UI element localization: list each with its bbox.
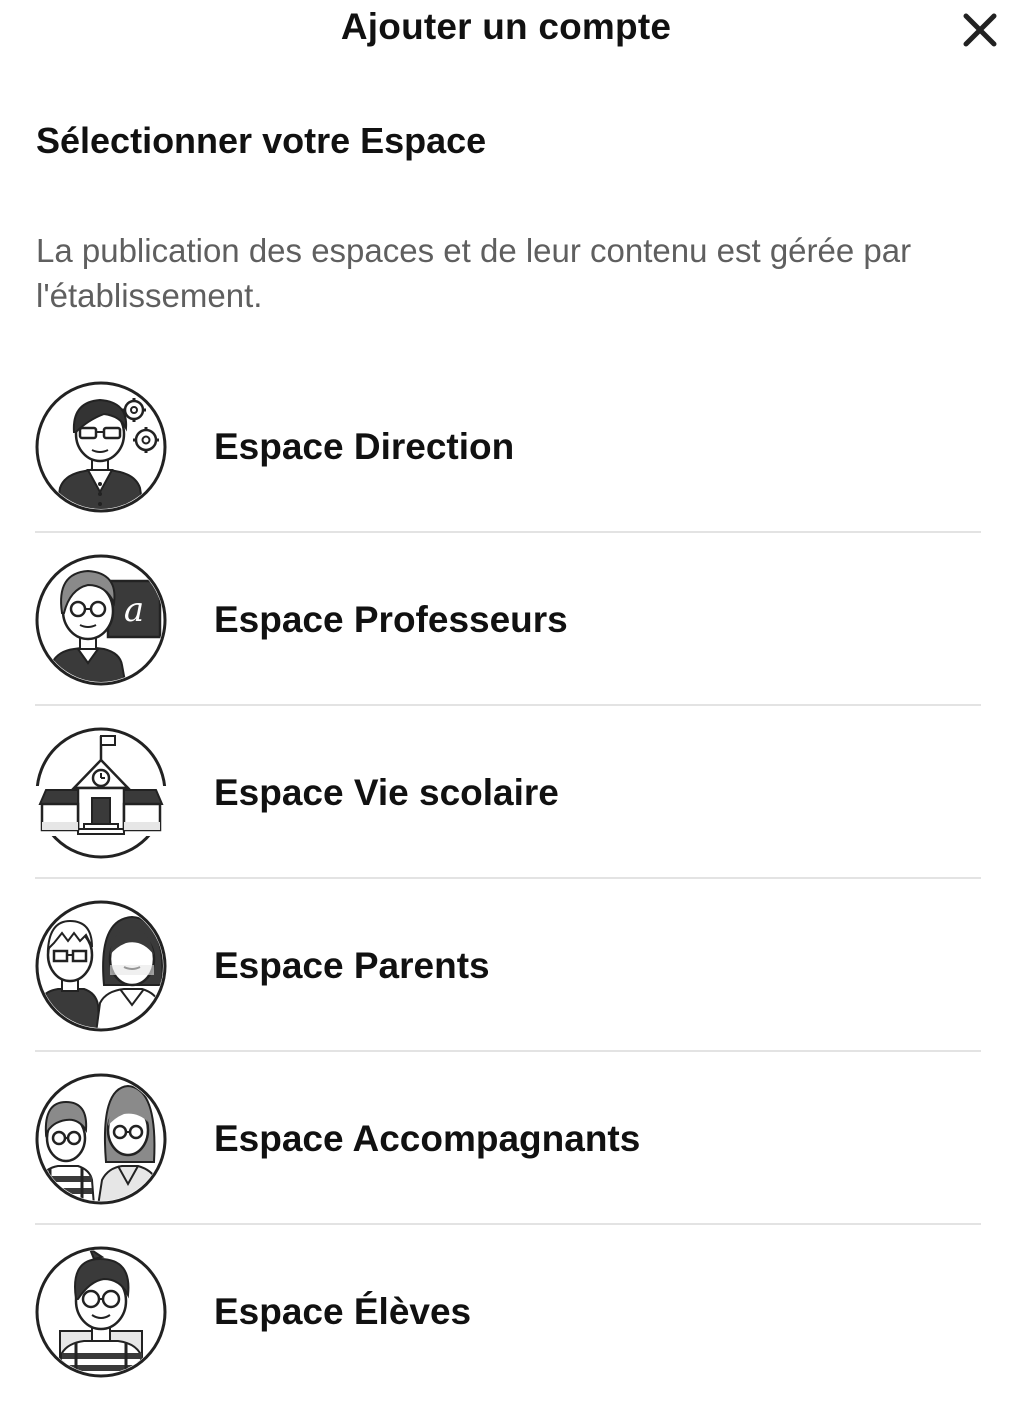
- student-avatar-icon: [35, 1246, 167, 1378]
- parents-avatar-icon: [35, 900, 167, 1032]
- space-item-professeurs[interactable]: a Espace Professeurs: [0, 533, 1012, 706]
- svg-text:a: a: [124, 590, 144, 630]
- director-avatar-icon: [35, 381, 167, 513]
- space-item-direction[interactable]: Espace Direction: [0, 360, 1012, 533]
- app-header: Ajouter un compte: [0, 0, 1012, 60]
- close-button[interactable]: [958, 8, 1002, 52]
- space-item-parents[interactable]: Espace Parents: [0, 879, 1012, 1052]
- companions-avatar-icon: [35, 1073, 167, 1205]
- section-description: La publication des espaces et de leur co…: [36, 232, 912, 314]
- space-label: Espace Élèves: [214, 1291, 472, 1332]
- space-item-accompagnants[interactable]: Espace Accompagnants: [0, 1052, 1012, 1225]
- section-title: Sélectionner votre Espace: [36, 120, 487, 161]
- close-icon: [963, 13, 997, 47]
- space-label: Espace Professeurs: [214, 599, 568, 640]
- school-building-icon: [34, 727, 168, 859]
- space-label: Espace Vie scolaire: [214, 772, 559, 813]
- space-item-eleves[interactable]: Espace Élèves: [0, 1225, 1012, 1398]
- page-title: Ajouter un compte: [340, 6, 672, 47]
- space-item-vie-scolaire[interactable]: Espace Vie scolaire: [0, 706, 1012, 879]
- space-label: Espace Direction: [214, 426, 515, 467]
- space-label: Espace Parents: [214, 945, 490, 986]
- space-label: Espace Accompagnants: [214, 1118, 641, 1159]
- spaces-list: Espace Direction a Espace Professeurs Es…: [0, 360, 1012, 1398]
- teacher-avatar-icon: a: [35, 554, 167, 686]
